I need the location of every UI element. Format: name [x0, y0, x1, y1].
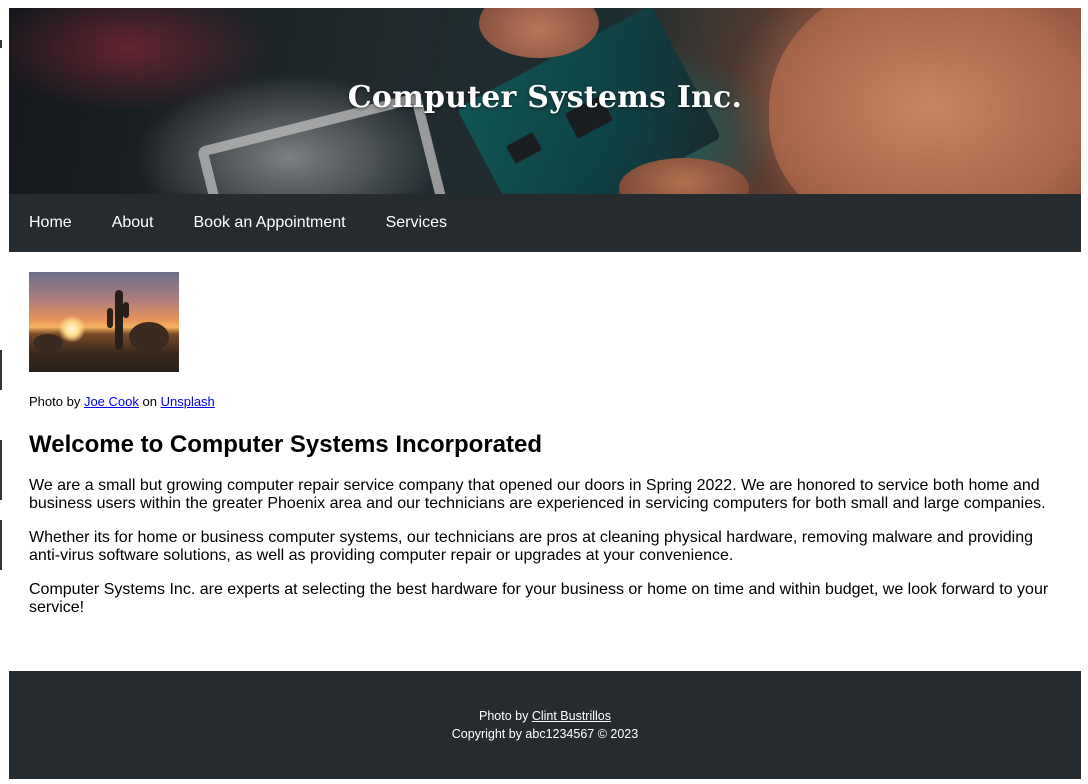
- caption-author-link[interactable]: Joe Cook: [84, 394, 139, 409]
- caption-prefix: Photo by: [29, 394, 81, 409]
- main-nav: Home About Book an Appointment Services: [9, 194, 1081, 252]
- caption-middle: on: [142, 394, 157, 409]
- hardware-paragraph: Computer Systems Inc. are experts at sel…: [29, 581, 1049, 616]
- nav-home-link[interactable]: Home: [9, 194, 92, 252]
- header-banner: Computer Systems Inc.: [9, 8, 1081, 194]
- photo-cactus-arm-graphic: [107, 308, 113, 328]
- desert-sunset-photo: [29, 272, 179, 372]
- page: Computer Systems Inc. Home About Book an…: [9, 8, 1081, 779]
- footer-photo-prefix: Photo by: [478, 709, 529, 723]
- site-title: Computer Systems Inc.: [347, 80, 743, 115]
- photo-cactus-graphic: [115, 290, 123, 350]
- services-paragraph: Whether its for home or business compute…: [29, 529, 1034, 564]
- page-edge-mark: [0, 350, 2, 390]
- page-edge-mark: [0, 440, 2, 500]
- footer-photo-credit: Photo by Clint Bustrillos: [9, 707, 1081, 725]
- footer-photo-author-link[interactable]: Clint Bustrillos: [532, 709, 611, 723]
- nav-about-link[interactable]: About: [92, 194, 174, 252]
- page-edge-mark: [0, 40, 2, 48]
- photo-caption: Photo by Joe Cook on Unsplash: [29, 394, 1061, 409]
- main-content: Photo by Joe Cook on Unsplash Welcome to…: [9, 252, 1081, 649]
- site-footer: Photo by Clint Bustrillos Copyright by a…: [9, 671, 1081, 779]
- photo-cactus-arm-graphic: [123, 302, 129, 318]
- page-edge-mark: [0, 520, 2, 570]
- footer-copyright: Copyright by abc1234567 © 2023: [451, 727, 639, 741]
- photo-bush-graphic: [129, 322, 169, 352]
- nav-services-link[interactable]: Services: [366, 194, 467, 252]
- photo-bush-graphic: [33, 334, 63, 352]
- welcome-heading: Welcome to Computer Systems Incorporated: [29, 431, 542, 458]
- intro-paragraph: We are a small but growing computer repa…: [29, 477, 1046, 512]
- photo-sun-graphic: [59, 316, 85, 342]
- nav-book-appointment-link[interactable]: Book an Appointment: [174, 194, 366, 252]
- caption-source-link[interactable]: Unsplash: [161, 394, 215, 409]
